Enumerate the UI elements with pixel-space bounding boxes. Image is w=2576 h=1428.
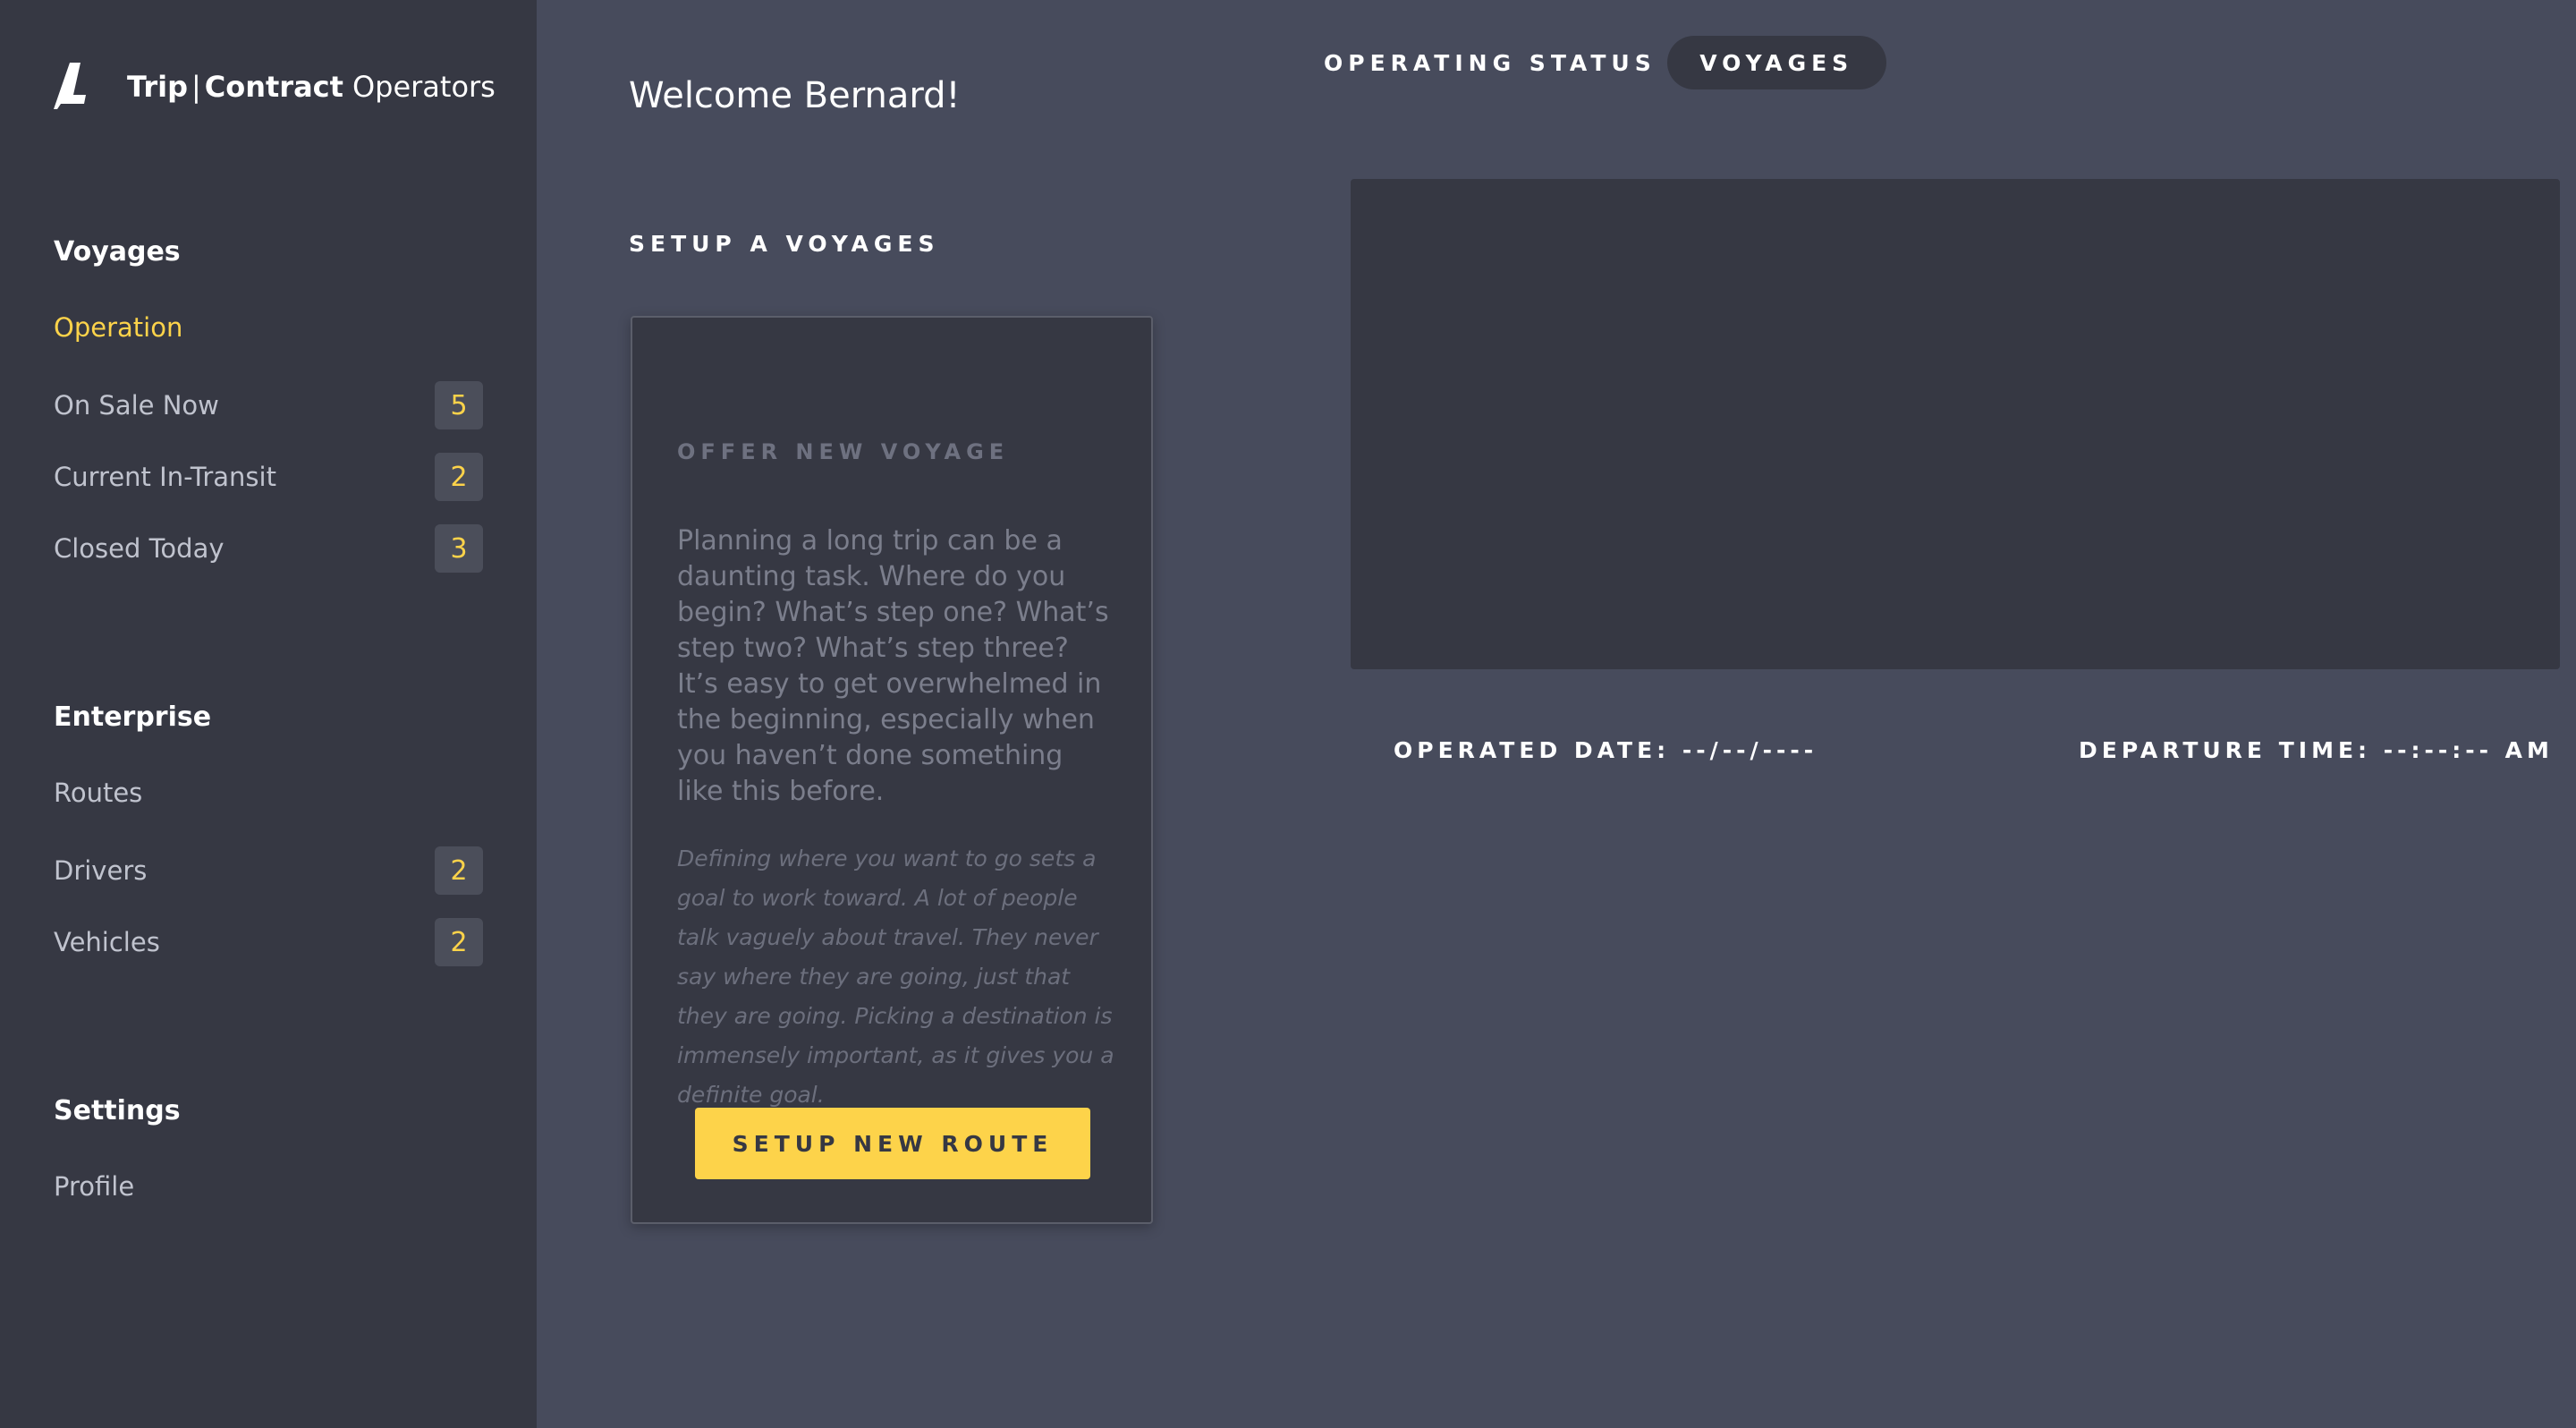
offer-voyage-card: OFFER NEW VOYAGE Planning a long trip ca… xyxy=(631,316,1153,1224)
card-kicker: OFFER NEW VOYAGE xyxy=(677,439,1010,464)
sidebar-item-drivers[interactable]: Drivers 2 xyxy=(54,844,483,897)
count-badge: 5 xyxy=(435,381,483,429)
section-title-enterprise: Enterprise xyxy=(54,701,212,733)
sidebar-item-label: Current In-Transit xyxy=(54,462,276,492)
voyage-panel xyxy=(1351,179,2560,669)
setup-section-title: SETUP A VOYAGES xyxy=(629,231,940,257)
status-pill-voyages[interactable]: VOYAGES xyxy=(1666,36,1886,89)
section-title-voyages: Voyages xyxy=(54,236,181,268)
operating-status-label: OPERATING STATUS xyxy=(1324,49,1657,76)
count-badge: 3 xyxy=(435,524,483,573)
count-badge: 2 xyxy=(435,918,483,966)
brand-trip: Trip xyxy=(127,70,188,104)
sidebar-item-label: Operation xyxy=(54,312,183,343)
sidebar-item-vehicles[interactable]: Vehicles 2 xyxy=(54,915,483,969)
sidebar-item-profile[interactable]: Profile xyxy=(54,1160,483,1213)
brand-operators: Operators xyxy=(352,70,496,104)
sidebar-item-operation[interactable]: Operation xyxy=(54,301,483,354)
sidebar-item-on-sale-now[interactable]: On Sale Now 5 xyxy=(54,378,483,432)
departure-time: DEPARTURE TIME: --:--:-- AM xyxy=(2079,737,2554,763)
sidebar-item-routes[interactable]: Routes xyxy=(54,766,483,820)
brand-name: Trip | Contract Operators xyxy=(127,70,496,104)
sidebar: Trip | Contract Operators Voyages Operation… xyxy=(0,0,537,1428)
count-badge: 2 xyxy=(435,846,483,895)
sidebar-item-label: Closed Today xyxy=(54,533,225,564)
operating-status: OPERATING STATUS VOYAGES xyxy=(1324,36,1886,89)
card-body-text: Planning a long trip can be a daunting t… xyxy=(677,525,1109,807)
count-badge: 2 xyxy=(435,453,483,501)
sidebar-item-label: Profile xyxy=(54,1171,135,1202)
brand-contract: Contract xyxy=(204,70,343,104)
welcome-heading: Welcome Bernard! xyxy=(629,75,961,116)
brand-separator: | xyxy=(191,70,201,104)
sidebar-item-current-in-transit[interactable]: Current In-Transit 2 xyxy=(54,450,483,504)
sidebar-item-label: Routes xyxy=(54,778,143,808)
operated-date: OPERATED DATE: --/--/---- xyxy=(1394,737,1818,763)
sidebar-item-label: On Sale Now xyxy=(54,390,219,421)
brand[interactable]: Trip | Contract Operators xyxy=(54,61,496,113)
sidebar-item-closed-today[interactable]: Closed Today 3 xyxy=(54,522,483,575)
sidebar-item-label: Drivers xyxy=(54,855,148,886)
setup-new-route-button[interactable]: SETUP NEW ROUTE xyxy=(695,1108,1090,1179)
section-title-settings: Settings xyxy=(54,1095,181,1126)
card-italic-text: Defining where you want to go sets a goa… xyxy=(677,846,1114,1108)
sidebar-item-label: Vehicles xyxy=(54,927,160,957)
logo-icon xyxy=(54,61,88,113)
